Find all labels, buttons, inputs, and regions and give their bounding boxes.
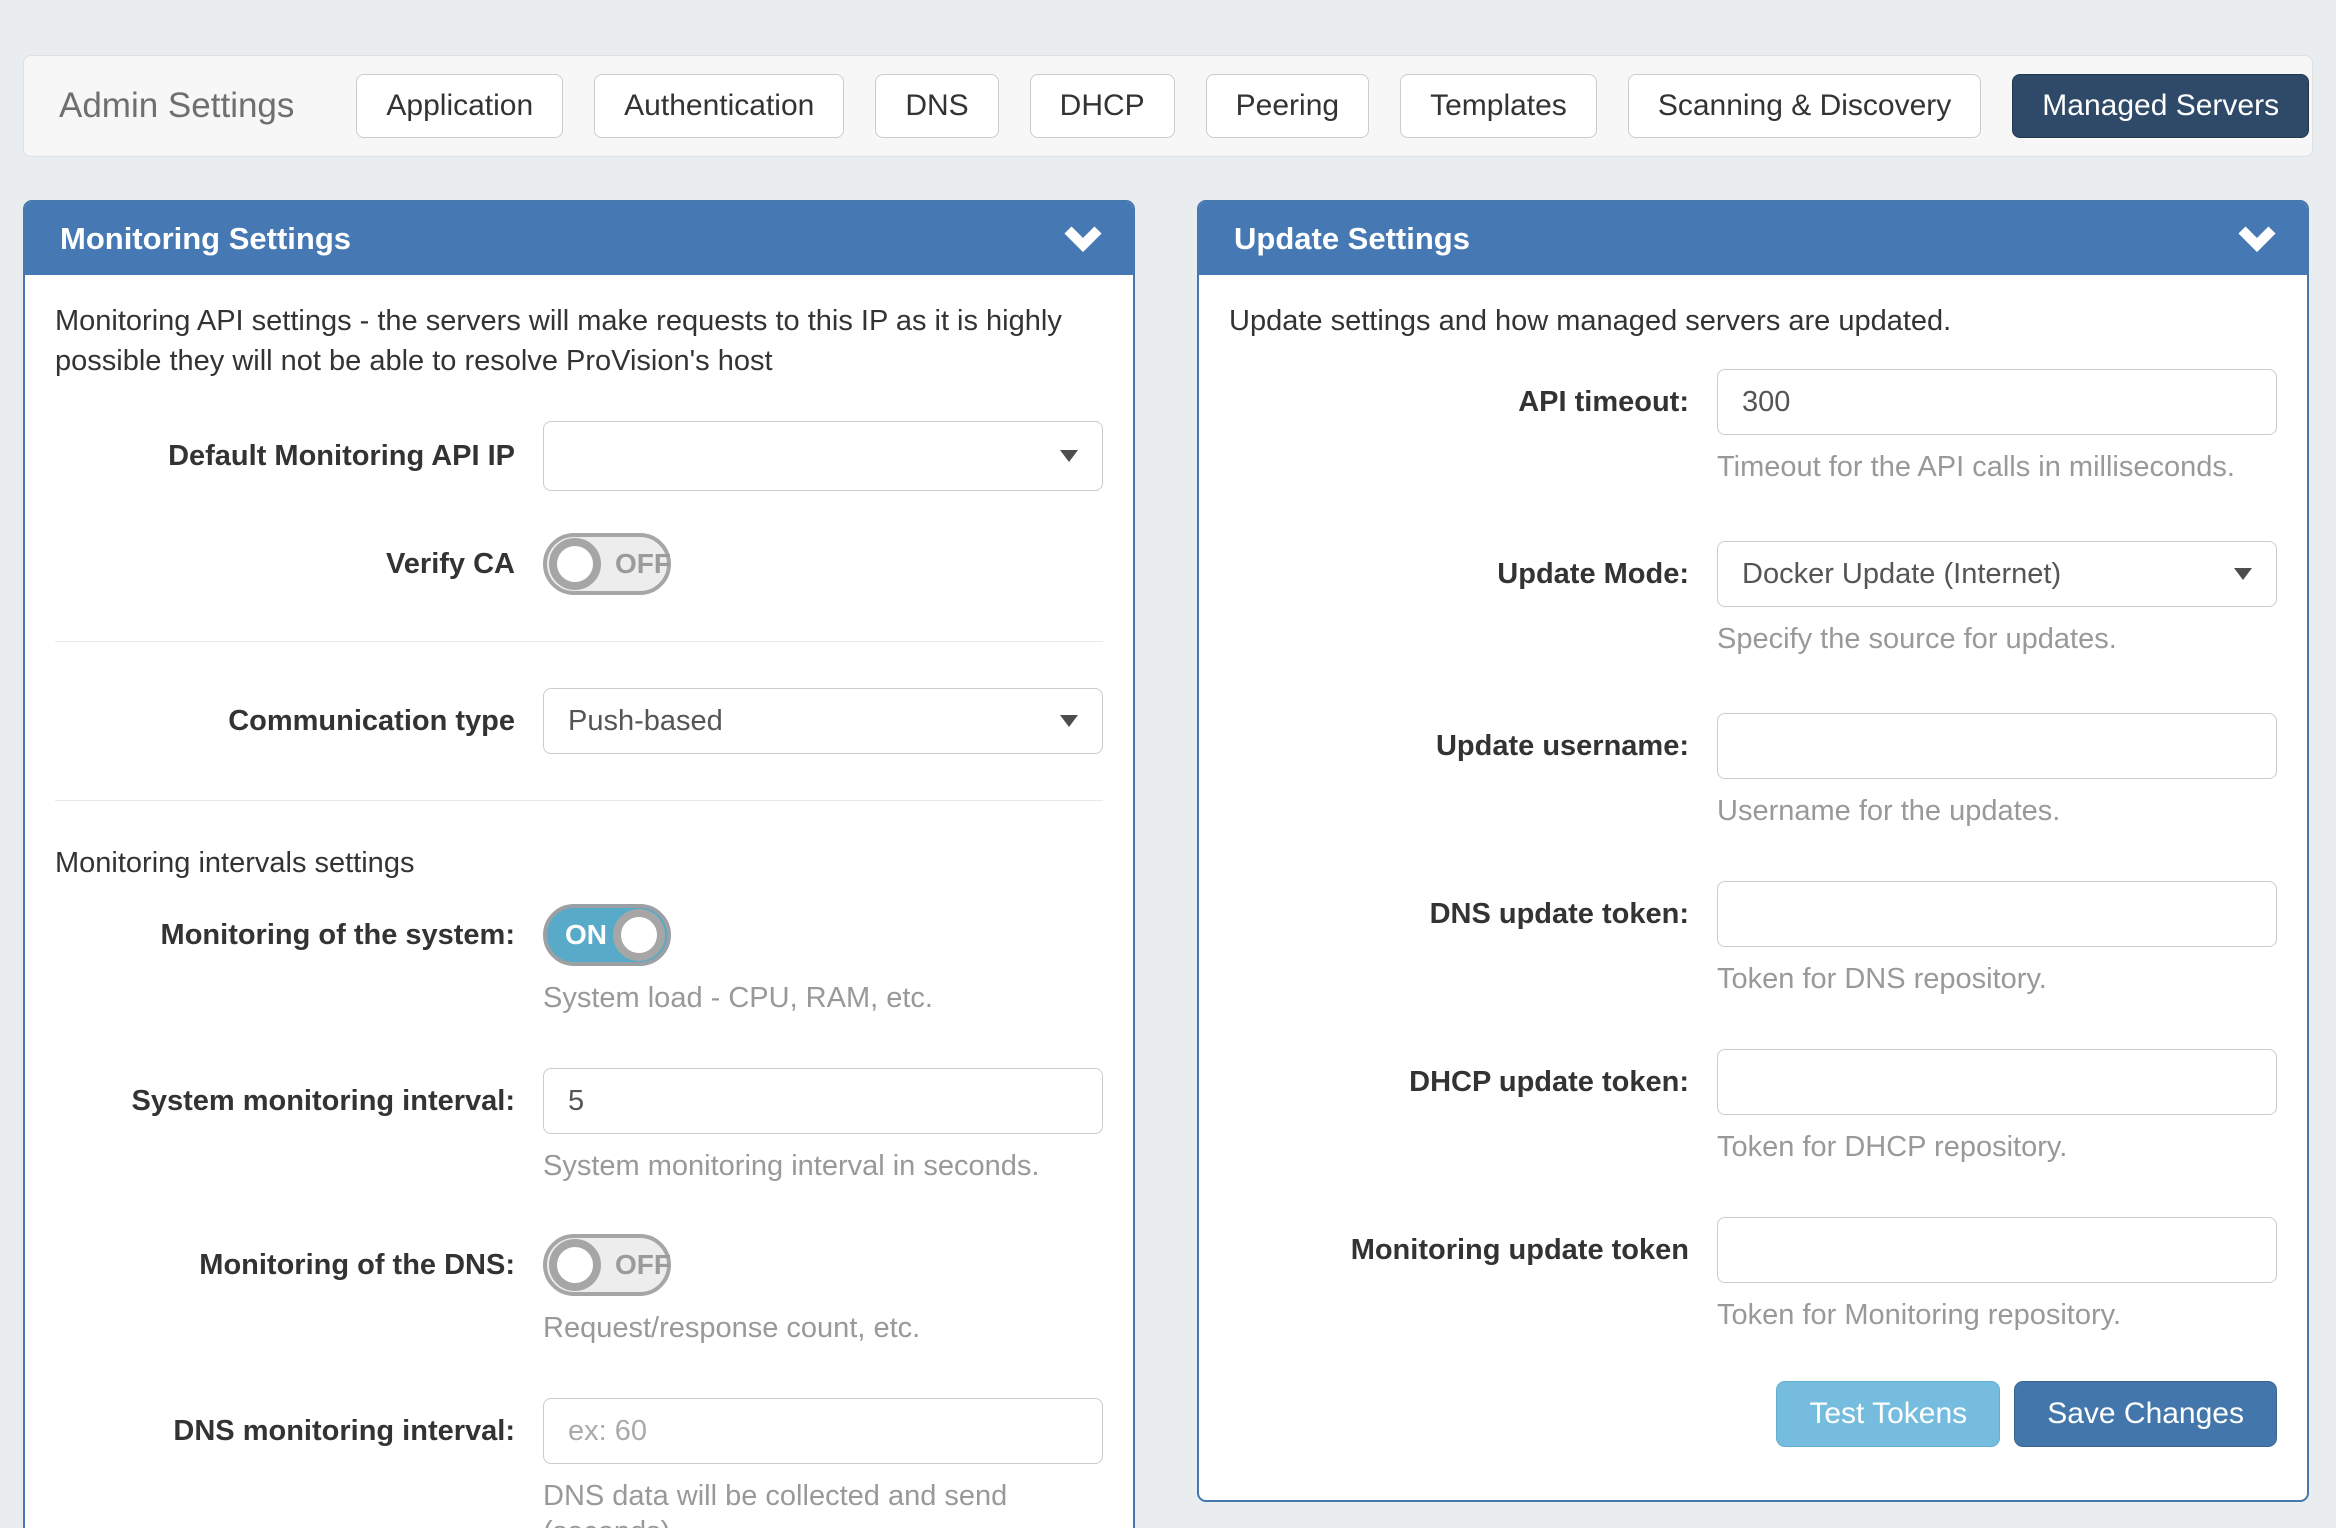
monitoring-system-label: Monitoring of the system:	[55, 917, 515, 953]
settings-tabs: Application Authentication DNS DHCP Peer…	[356, 74, 2309, 138]
communication-type-label: Communication type	[55, 703, 515, 739]
tab-managed-servers[interactable]: Managed Servers	[2012, 74, 2309, 138]
monitoring-description: Monitoring API settings - the servers wi…	[55, 301, 1103, 381]
monitoring-system-help: System load - CPU, RAM, etc.	[543, 980, 1103, 1016]
toggle-state-label: OFF	[615, 1249, 671, 1281]
communication-type-row: Communication type Push-based	[55, 688, 1103, 754]
toggle-knob	[549, 1239, 601, 1291]
verify-ca-label: Verify CA	[55, 546, 515, 582]
dns-interval-help: DNS data will be collected and send (sec…	[543, 1478, 1103, 1528]
monitoring-settings-header: Monitoring Settings	[25, 202, 1133, 275]
dhcp-token-help: Token for DHCP repository.	[1717, 1129, 2277, 1165]
save-changes-button[interactable]: Save Changes	[2014, 1381, 2277, 1447]
api-timeout-input[interactable]	[1717, 369, 2277, 435]
collapse-button[interactable]	[1063, 219, 1103, 259]
dns-token-row: DNS update token: Token for DNS reposito…	[1229, 881, 2277, 997]
update-mode-label: Update Mode:	[1229, 556, 1689, 592]
toggle-knob	[549, 538, 601, 590]
dhcp-token-input[interactable]	[1717, 1049, 2277, 1115]
tab-templates[interactable]: Templates	[1400, 74, 1597, 138]
api-timeout-help: Timeout for the API calls in millisecond…	[1717, 449, 2277, 485]
update-description: Update settings and how managed servers …	[1229, 301, 2277, 341]
divider	[55, 800, 1103, 801]
verify-ca-toggle[interactable]: OFF	[543, 533, 671, 595]
admin-settings-toolbar: Admin Settings Application Authenticatio…	[23, 55, 2313, 157]
tab-dhcp[interactable]: DHCP	[1030, 74, 1175, 138]
dns-interval-input[interactable]	[543, 1398, 1103, 1464]
caret-down-icon	[1060, 450, 1078, 462]
monitoring-system-toggle[interactable]: ON	[543, 904, 671, 966]
update-mode-select[interactable]: Docker Update (Internet)	[1717, 541, 2277, 607]
api-timeout-label: API timeout:	[1229, 384, 1689, 420]
monitoring-token-row: Monitoring update token Token for Monito…	[1229, 1217, 2277, 1333]
update-settings-body: Update settings and how managed servers …	[1199, 301, 2307, 1447]
monitoring-system-row: Monitoring of the system: ON System load…	[55, 904, 1103, 1016]
update-username-row: Update username: Username for the update…	[1229, 713, 2277, 829]
caret-down-icon	[2234, 568, 2252, 580]
communication-type-value: Push-based	[568, 705, 1048, 738]
collapse-button[interactable]	[2237, 219, 2277, 259]
update-username-help: Username for the updates.	[1717, 793, 2277, 829]
monitoring-settings-title: Monitoring Settings	[60, 221, 1063, 257]
communication-type-select[interactable]: Push-based	[543, 688, 1103, 754]
admin-settings-page: Admin Settings Application Authenticatio…	[0, 0, 2336, 1528]
chevron-down-icon	[2238, 226, 2276, 252]
update-mode-help: Specify the source for updates.	[1717, 621, 2277, 657]
monitoring-dns-toggle[interactable]: OFF	[543, 1234, 671, 1296]
monitoring-dns-label: Monitoring of the DNS:	[55, 1247, 515, 1283]
update-mode-row: Update Mode: Docker Update (Internet) Sp…	[1229, 541, 2277, 657]
update-username-label: Update username:	[1229, 728, 1689, 764]
default-api-ip-select[interactable]	[543, 421, 1103, 491]
chevron-down-icon	[1064, 226, 1102, 252]
monitoring-token-label: Monitoring update token	[1229, 1232, 1689, 1268]
monitoring-token-input[interactable]	[1717, 1217, 2277, 1283]
monitoring-dns-row: Monitoring of the DNS: OFF Request/respo…	[55, 1234, 1103, 1346]
monitoring-dns-help: Request/response count, etc.	[543, 1310, 1103, 1346]
default-api-ip-label: Default Monitoring API IP	[55, 438, 515, 474]
dhcp-token-row: DHCP update token: Token for DHCP reposi…	[1229, 1049, 2277, 1165]
toggle-state-label: OFF	[615, 548, 671, 580]
update-settings-header: Update Settings	[1199, 202, 2307, 275]
caret-down-icon	[1060, 715, 1078, 727]
default-api-ip-row: Default Monitoring API IP	[55, 421, 1103, 491]
monitoring-intervals-section-label: Monitoring intervals settings	[55, 847, 1103, 880]
divider	[55, 641, 1103, 642]
toggle-knob	[613, 909, 665, 961]
system-interval-label: System monitoring interval:	[55, 1083, 515, 1119]
monitoring-settings-panel: Monitoring Settings Monitoring API setti…	[23, 200, 1135, 1528]
dns-interval-label: DNS monitoring interval:	[55, 1413, 515, 1449]
verify-ca-row: Verify CA OFF	[55, 533, 1103, 595]
update-settings-actions: Test Tokens Save Changes	[1229, 1381, 2277, 1447]
page-title: Admin Settings	[59, 86, 294, 126]
dhcp-token-label: DHCP update token:	[1229, 1064, 1689, 1100]
update-username-input[interactable]	[1717, 713, 2277, 779]
update-settings-panel: Update Settings Update settings and how …	[1197, 200, 2309, 1502]
system-interval-input[interactable]	[543, 1068, 1103, 1134]
tab-authentication[interactable]: Authentication	[594, 74, 844, 138]
monitoring-token-help: Token for Monitoring repository.	[1717, 1297, 2277, 1333]
api-timeout-row: API timeout: Timeout for the API calls i…	[1229, 369, 2277, 485]
tab-scanning-discovery[interactable]: Scanning & Discovery	[1628, 74, 1981, 138]
dns-token-input[interactable]	[1717, 881, 2277, 947]
tab-dns[interactable]: DNS	[875, 74, 998, 138]
dns-interval-row: DNS monitoring interval: DNS data will b…	[55, 1398, 1103, 1528]
dns-token-help: Token for DNS repository.	[1717, 961, 2277, 997]
update-settings-title: Update Settings	[1234, 221, 2237, 257]
test-tokens-button[interactable]: Test Tokens	[1776, 1381, 2000, 1447]
system-interval-row: System monitoring interval: System monit…	[55, 1068, 1103, 1184]
monitoring-settings-body: Monitoring API settings - the servers wi…	[25, 301, 1133, 1528]
system-interval-help: System monitoring interval in seconds.	[543, 1148, 1103, 1184]
toggle-state-label: ON	[565, 919, 607, 951]
tab-peering[interactable]: Peering	[1206, 74, 1369, 138]
update-mode-value: Docker Update (Internet)	[1742, 558, 2222, 591]
dns-token-label: DNS update token:	[1229, 896, 1689, 932]
tab-application[interactable]: Application	[356, 74, 563, 138]
